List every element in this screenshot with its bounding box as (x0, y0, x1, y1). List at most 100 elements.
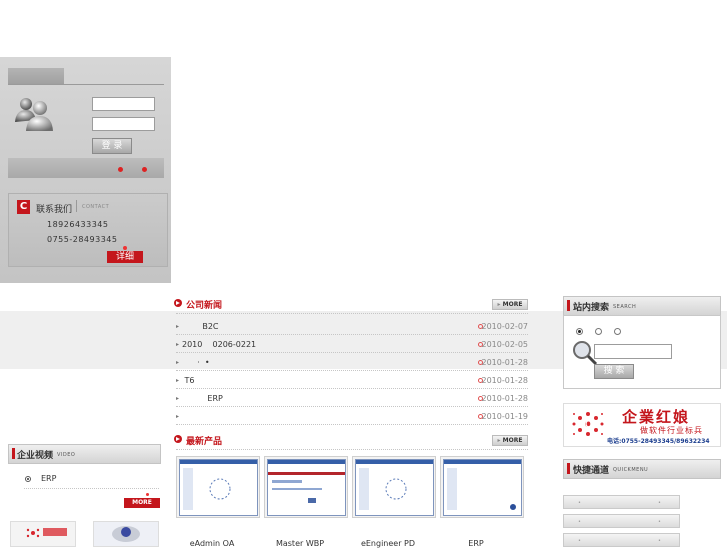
search-input[interactable] (594, 344, 672, 359)
partner-logo-icon (26, 528, 67, 538)
news-item[interactable]: ▸ T6 2010-01-28 (176, 374, 528, 388)
news-row-divider (176, 424, 528, 425)
video-title: 企业视频 (17, 451, 54, 461)
news-item-date: 2010-02-07 (481, 322, 529, 331)
video-more-dot-icon (146, 493, 149, 496)
news-item-date: 2010-01-19 (481, 412, 529, 421)
news-bullet-icon (174, 299, 182, 307)
product-screenshot (179, 459, 258, 516)
product-screenshot (443, 459, 522, 516)
news-arrow-icon: ▸ (176, 323, 180, 330)
contact-detail-button[interactable]: 详细 (107, 251, 143, 263)
news-row-divider (176, 334, 528, 335)
quickmenu-title: 快捷通道 (573, 466, 610, 476)
news-item-date: 2010-01-28 (481, 376, 529, 385)
contact-phone-office: 0755-28493345 (47, 235, 118, 244)
brand-banner[interactable]: Q 企業红娘 做软件行业标兵 电话:0755-28493345/89632234 (563, 403, 721, 447)
news-header-divider (176, 313, 528, 314)
login-tab (8, 68, 64, 84)
svg-text:Q: Q (585, 419, 592, 429)
quick-link[interactable]: • • (563, 514, 680, 528)
news-row-divider (176, 370, 528, 371)
news-row-divider (176, 388, 528, 389)
products-section-title: 最新产品 (186, 437, 223, 447)
search-scope-radio-3[interactable] (614, 328, 621, 335)
news-arrow-icon: ▸ (176, 377, 180, 384)
video-item-label[interactable]: ERP (41, 474, 56, 483)
news-item-date: 2010-01-28 (481, 394, 529, 403)
brand-name: 企業红娘 (622, 408, 691, 426)
news-arrow-icon: ▸ (176, 341, 180, 348)
news-item-title[interactable]: T6 (182, 374, 195, 388)
login-options-bar (8, 158, 164, 178)
news-item-title[interactable]: ERP (182, 392, 222, 406)
news-item[interactable]: ▸ ERP 2010-01-28 (176, 392, 528, 406)
product-label[interactable]: eEngineer PD (347, 539, 429, 548)
header-accent-bar (12, 448, 15, 459)
partner-logo-jewel[interactable] (93, 521, 159, 547)
video-row-divider (24, 488, 159, 489)
news-item-date: 2010-02-05 (481, 340, 529, 349)
news-item-title[interactable]: 2010 0206-0221 (182, 338, 256, 352)
forgot-dot-icon[interactable] (142, 167, 147, 172)
search-button[interactable]: 搜 索 (594, 364, 634, 379)
news-more-label: MORE (502, 301, 523, 308)
product-thumbnail[interactable] (440, 456, 524, 518)
products-bullet-icon (174, 435, 182, 443)
news-item[interactable]: ▸ · • 2010-01-28 (176, 356, 528, 370)
products-more-button[interactable]: ▸ MORE (492, 435, 528, 446)
register-dot-icon[interactable] (118, 167, 123, 172)
product-thumbnail[interactable] (176, 456, 260, 518)
products-more-label: MORE (502, 437, 523, 444)
product-thumbnail[interactable] (264, 456, 348, 518)
header-accent-bar (567, 463, 570, 474)
news-arrow-icon: ▸ (176, 395, 180, 402)
password-field[interactable] (92, 117, 155, 131)
username-field[interactable] (92, 97, 155, 111)
search-title: 站内搜索 (573, 303, 610, 313)
news-item[interactable]: ▸ B2C 2010-02-07 (176, 320, 528, 334)
search-header: 站内搜索 SEARCH (563, 296, 721, 316)
user-avatar-icon (14, 96, 54, 132)
news-arrow-icon: ▸ (176, 413, 180, 420)
contact-logo-icon: C (17, 200, 30, 214)
news-item-date: 2010-01-28 (481, 358, 529, 367)
search-title-en: SEARCH (613, 304, 637, 310)
search-scope-radio-1[interactable] (576, 328, 583, 335)
news-item-title[interactable]: B2C (182, 320, 218, 334)
product-thumbnail[interactable] (352, 456, 436, 518)
partner-logo-qiye[interactable] (10, 521, 76, 547)
news-item[interactable]: ▸ 2010 0206-0221 2010-02-05 (176, 338, 528, 352)
news-item[interactable]: ▸ 2010-01-19 (176, 410, 528, 424)
product-screenshot (267, 459, 346, 516)
product-label[interactable]: ERP (435, 539, 517, 548)
header-accent-bar (567, 300, 570, 311)
news-section-title: 公司新闻 (186, 301, 223, 311)
contact-phone-mobile: 18926433345 (47, 220, 109, 229)
product-screenshot (355, 459, 434, 516)
brand-phone: 电话:0755-28493345/89632234 (607, 438, 710, 445)
brand-slogan: 做软件行业标兵 (640, 426, 703, 435)
quickmenu-header: 快捷通道 QUICKMENU (563, 459, 721, 479)
contact-title-en: CONTACT (82, 204, 110, 210)
product-label[interactable]: Master WBP (259, 539, 341, 548)
news-more-button[interactable]: ▸ MORE (492, 299, 528, 310)
brand-logo-icon: Q (572, 412, 604, 436)
search-scope-radio-2[interactable] (595, 328, 602, 335)
news-item-title[interactable]: · • (182, 356, 209, 370)
video-more-button[interactable]: MORE (124, 498, 160, 508)
jewel-icon (112, 526, 140, 542)
login-button[interactable]: 登 录 (92, 138, 132, 154)
contact-divider (76, 200, 77, 212)
video-header: 企业视频 VIDEO (8, 444, 161, 464)
quick-link[interactable]: • • (563, 495, 680, 509)
news-arrow-icon: ▸ (176, 359, 180, 366)
product-label[interactable]: eAdmin OA (171, 539, 253, 548)
video-bullet-icon (25, 476, 31, 482)
contact-title: 联系我们 (36, 205, 73, 215)
video-title-en: VIDEO (57, 452, 76, 458)
products-header-divider (176, 449, 528, 450)
login-divider (8, 84, 164, 85)
news-row-divider (176, 406, 528, 407)
detail-dot-icon (123, 246, 127, 250)
